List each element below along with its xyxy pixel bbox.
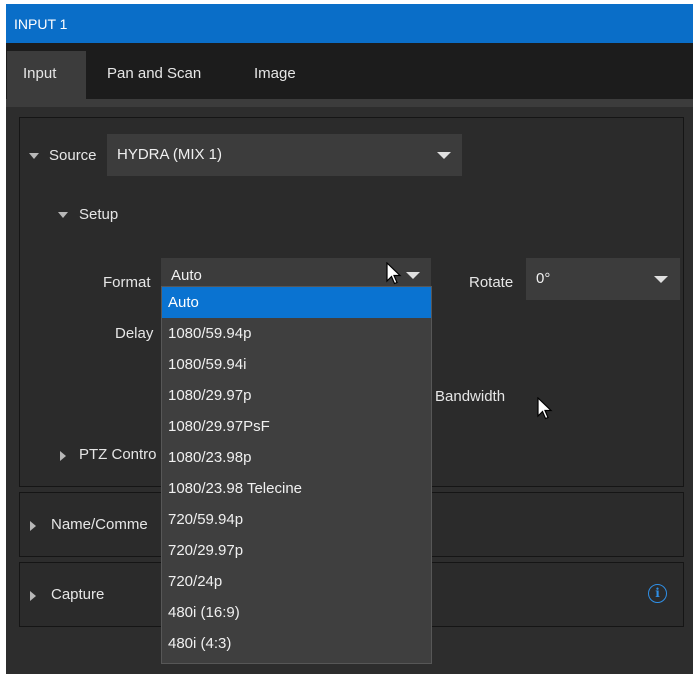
tab-image-label: Image xyxy=(254,65,296,82)
format-option[interactable]: 720/24p xyxy=(162,566,431,597)
delay-label: Delay xyxy=(115,325,154,342)
format-option[interactable]: 480i (16:9) xyxy=(162,597,431,628)
format-option[interactable]: 1080/29.97p xyxy=(162,380,431,411)
tab-input[interactable]: Input xyxy=(7,51,86,99)
tab-pan-and-scan[interactable]: Pan and Scan xyxy=(107,65,201,82)
format-option[interactable]: 1080/23.98 Telecine xyxy=(162,473,431,504)
tab-bar: Input Pan and Scan Image xyxy=(6,43,693,99)
tab-pan-and-scan-label: Pan and Scan xyxy=(107,65,202,82)
format-label: Format xyxy=(103,274,151,291)
tab-underline-strip xyxy=(6,99,693,107)
input-properties-window: INPUT 1 Input Pan and Scan Image Source … xyxy=(6,4,693,674)
low-bandwidth-label[interactable]: w Bandwidth xyxy=(420,388,505,405)
format-option[interactable]: 1080/59.94p xyxy=(162,318,431,349)
capture-expand-icon[interactable] xyxy=(30,591,36,601)
format-option[interactable]: 1080/29.97PsF xyxy=(162,411,431,442)
source-collapse-icon[interactable] xyxy=(29,153,39,159)
format-option[interactable]: Auto xyxy=(162,287,431,318)
name-comments-expand-icon[interactable] xyxy=(30,521,36,531)
format-option[interactable]: 720/59.94p xyxy=(162,504,431,535)
ptz-expand-icon[interactable] xyxy=(60,451,66,461)
setup-collapse-icon[interactable] xyxy=(58,212,68,218)
rotate-select-value: 0° xyxy=(536,270,551,287)
setup-label: Setup xyxy=(79,206,119,223)
format-option[interactable]: 1080/23.98p xyxy=(162,442,431,473)
mouse-pointer-icon xyxy=(537,397,553,420)
format-option[interactable]: 480i (4:3) xyxy=(162,628,431,659)
format-option[interactable]: 1080/59.94i xyxy=(162,349,431,380)
name-comments-label: Name/Comme xyxy=(51,516,148,533)
format-select-value: Auto xyxy=(171,267,202,284)
chevron-down-icon xyxy=(654,276,668,283)
source-label: Source xyxy=(49,147,97,164)
format-option[interactable]: 720/29.97p xyxy=(162,535,431,566)
info-icon[interactable]: i xyxy=(648,584,667,603)
chevron-down-icon xyxy=(437,152,451,159)
chevron-down-icon xyxy=(406,272,420,279)
rotate-select[interactable]: 0° xyxy=(526,258,680,300)
mouse-pointer-icon xyxy=(386,262,402,285)
format-dropdown-list: Auto 1080/59.94p 1080/59.94i 1080/29.97p… xyxy=(161,286,432,664)
window-title: INPUT 1 xyxy=(14,16,68,32)
rotate-label: Rotate xyxy=(469,274,514,291)
source-select[interactable]: HYDRA (MIX 1) xyxy=(107,134,462,176)
ptz-controls-label[interactable]: PTZ Contro xyxy=(79,446,157,463)
window-title-bar: INPUT 1 xyxy=(6,4,693,43)
capture-label: Capture xyxy=(51,586,105,603)
tab-input-label: Input xyxy=(23,65,57,82)
source-select-value: HYDRA (MIX 1) xyxy=(117,146,223,163)
tab-image[interactable]: Image xyxy=(254,65,296,82)
